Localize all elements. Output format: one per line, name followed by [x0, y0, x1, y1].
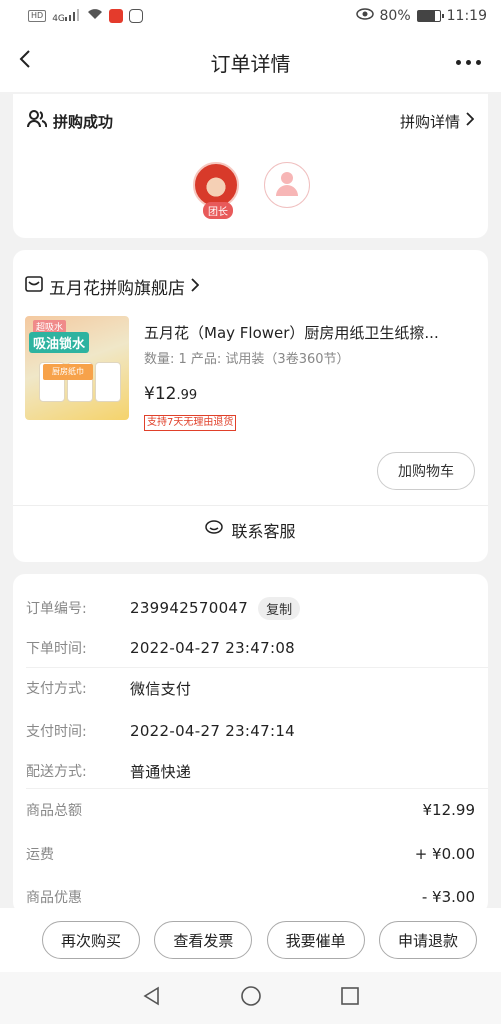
- total-row: 商品总额 ¥12.99: [26, 790, 475, 830]
- status-bar: HD 4G 80% 11:19: [0, 0, 501, 32]
- leader-badge: 团长: [203, 202, 233, 219]
- eye-icon: [355, 8, 374, 24]
- price-integer: 12: [154, 384, 177, 404]
- view-invoice-button[interactable]: 查看发票: [154, 921, 253, 959]
- user-placeholder-icon: [275, 170, 299, 200]
- request-refund-button[interactable]: 申请退款: [378, 921, 477, 959]
- pay-method-value: 微信支付: [130, 679, 192, 698]
- discount-label: 商品优惠: [26, 890, 82, 906]
- divider: [26, 788, 488, 789]
- back-icon[interactable]: [18, 48, 32, 75]
- delivery-label: 配送方式:: [26, 764, 87, 780]
- header-bar: 订单详情: [0, 32, 501, 92]
- pay-time-row: 支付时间: 2022-04-27 23:47:14: [26, 711, 475, 751]
- product-name[interactable]: 五月花（May Flower）厨房用纸卫生纸擦...: [144, 322, 474, 343]
- order-number-value: 239942570047: [130, 599, 249, 617]
- battery-percent: 80%: [379, 8, 411, 24]
- copy-button[interactable]: 复制: [258, 596, 301, 620]
- chat-bubble-icon: [205, 520, 224, 540]
- clock: 11:19: [446, 8, 487, 24]
- contact-service-button[interactable]: 联系客服: [13, 518, 488, 542]
- pay-method-row: 支付方式: 微信支付: [26, 668, 475, 708]
- recent-apps-icon[interactable]: [340, 986, 360, 1010]
- group-buy-card: 拼购成功 拼购详情 团长: [13, 94, 488, 238]
- shipping-row: 运费 + ¥0.00: [26, 834, 475, 874]
- battery-icon: [416, 10, 444, 22]
- rebuy-button[interactable]: 再次购买: [42, 921, 140, 959]
- store-name: 五月花拼购旗舰店: [49, 279, 185, 299]
- store-link[interactable]: 五月花拼购旗舰店: [25, 274, 200, 299]
- product-image-banner: 吸油锁水: [29, 332, 90, 353]
- delivery-row: 配送方式: 普通快递: [26, 751, 475, 791]
- chevron-right-icon: [466, 112, 475, 130]
- total-label: 商品总额: [26, 803, 82, 819]
- product-card: 五月花拼购旗舰店 超吸水 吸油锁水 厨房纸巾 五月花（May Flower）厨房…: [13, 250, 488, 562]
- wifi-icon: [87, 8, 103, 24]
- signal-icon: 4G: [52, 8, 81, 24]
- order-info-card: 订单编号: 239942570047 复制 下单时间: 2022-04-27 2…: [13, 574, 488, 914]
- order-time-label: 下单时间:: [26, 641, 87, 657]
- home-circle-icon[interactable]: [240, 985, 262, 1011]
- product-image-pack-label: 厨房纸巾: [43, 364, 93, 380]
- group-buy-details-label: 拼购详情: [399, 112, 460, 131]
- add-to-cart-button[interactable]: 加购物车: [377, 452, 475, 490]
- group-users-icon: [27, 110, 48, 132]
- more-options-icon[interactable]: [456, 60, 481, 65]
- discount-value: - ¥3.00: [421, 888, 475, 906]
- pay-time-value: 2022-04-27 23:47:14: [130, 722, 296, 740]
- group-buy-status: 拼购成功: [53, 112, 114, 131]
- shipping-value: + ¥0.00: [414, 845, 475, 863]
- order-time-value: 2022-04-27 23:47:08: [130, 639, 296, 657]
- page-title: 订单详情: [210, 51, 291, 76]
- member-avatar[interactable]: [264, 162, 310, 208]
- order-number-row: 订单编号: 239942570047 复制: [26, 588, 475, 628]
- price-cents: .99: [176, 388, 198, 403]
- shipping-label: 运费: [26, 847, 54, 863]
- pay-time-label: 支付时间:: [26, 724, 87, 740]
- return-policy-tag: 支持7天无理由退货: [144, 415, 237, 431]
- app-notification-icon: [108, 9, 123, 23]
- group-buy-details-link[interactable]: 拼购详情: [399, 111, 475, 132]
- product-image[interactable]: 超吸水 吸油锁水 厨房纸巾: [25, 316, 129, 420]
- hd-badge: HD: [28, 10, 47, 22]
- total-value: ¥12.99: [422, 801, 476, 819]
- order-number-label: 订单编号:: [26, 601, 87, 617]
- bottom-action-bar: 再次购买 查看发票 我要催单 申请退款: [0, 908, 501, 972]
- product-price: ¥12.99: [144, 384, 197, 404]
- chevron-right-icon: [191, 277, 200, 297]
- order-time-row: 下单时间: 2022-04-27 23:47:08: [26, 628, 475, 668]
- paper-roll: [95, 362, 121, 402]
- price-symbol: ¥: [144, 384, 155, 404]
- pay-method-label: 支付方式:: [26, 681, 87, 697]
- store-icon: [25, 276, 43, 297]
- product-spec: 数量: 1 产品: 试用装（3卷360节）: [144, 352, 350, 367]
- shield-notification-icon: [128, 9, 143, 23]
- divider: [13, 505, 488, 506]
- contact-service-label: 联系客服: [231, 522, 296, 541]
- back-triangle-icon[interactable]: [142, 986, 162, 1010]
- system-nav-bar: [0, 972, 501, 1024]
- urge-order-button[interactable]: 我要催单: [266, 921, 365, 959]
- delivery-value: 普通快递: [130, 762, 192, 781]
